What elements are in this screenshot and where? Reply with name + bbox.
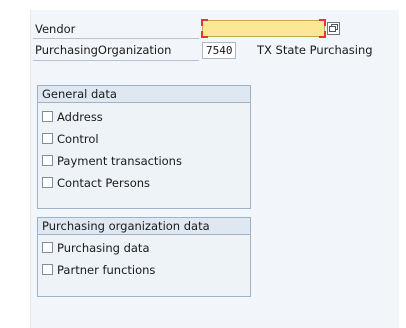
required-marker	[319, 31, 326, 38]
purch-org-underline	[33, 60, 199, 61]
address-option[interactable]: Address	[42, 109, 103, 125]
purch-org-input[interactable]: 7540	[202, 42, 236, 59]
value-help-icon[interactable]	[327, 22, 340, 35]
control-option[interactable]: Control	[42, 131, 99, 147]
purch-org-label: PurchasingOrganization	[35, 43, 172, 57]
partner-functions-checkbox[interactable]	[42, 264, 53, 275]
required-marker	[201, 31, 208, 38]
general-data-title: General data	[38, 86, 250, 103]
required-marker	[201, 19, 208, 26]
purchasing-data-label: Purchasing data	[57, 241, 150, 255]
vendor-input[interactable]	[201, 19, 326, 38]
partner-functions-option[interactable]: Partner functions	[42, 262, 155, 278]
control-label: Control	[57, 132, 99, 146]
payment-transactions-option[interactable]: Payment transactions	[42, 153, 182, 169]
purchasing-data-checkbox[interactable]	[42, 242, 53, 253]
purchasing-org-data-title: Purchasing organization data	[38, 218, 250, 235]
payment-transactions-checkbox[interactable]	[42, 155, 53, 166]
purchasing-data-option[interactable]: Purchasing data	[42, 240, 150, 256]
contact-persons-option[interactable]: Contact Persons	[42, 175, 150, 191]
contact-persons-label: Contact Persons	[57, 176, 151, 190]
address-label: Address	[57, 110, 103, 124]
purch-org-description: TX State Purchasing	[257, 43, 373, 57]
address-checkbox[interactable]	[42, 111, 53, 122]
required-marker	[319, 19, 326, 26]
vendor-label: Vendor	[35, 22, 76, 36]
partner-functions-label: Partner functions	[57, 263, 156, 277]
general-data-group: General data Address Control Payment tra…	[37, 85, 251, 209]
payment-transactions-label: Payment transactions	[57, 154, 182, 168]
purchasing-org-data-group: Purchasing organization data Purchasing …	[37, 217, 251, 297]
selection-screen: Vendor PurchasingOrganization 7540 TX St…	[30, 10, 399, 328]
vendor-underline	[33, 38, 199, 39]
contact-persons-checkbox[interactable]	[42, 177, 53, 188]
control-checkbox[interactable]	[42, 133, 53, 144]
